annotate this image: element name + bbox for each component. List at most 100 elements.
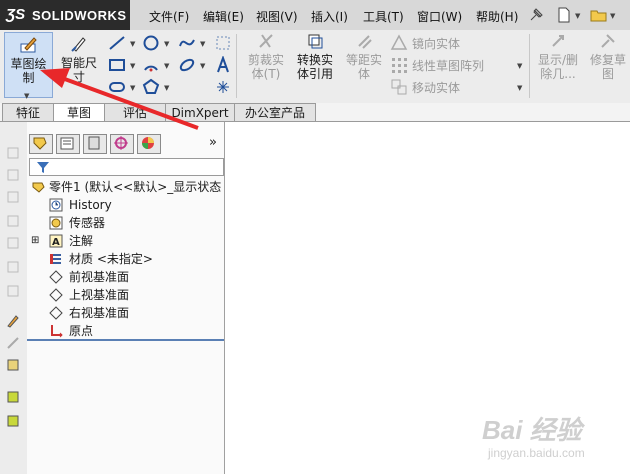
display-manager-icon [142, 137, 154, 149]
tab-dimxpert[interactable]: DimXpert [165, 103, 235, 122]
arc-dropdown-icon[interactable]: ▼ [164, 62, 169, 70]
sketch-icon [20, 37, 37, 53]
expand-icon[interactable]: ⊞ [31, 232, 39, 250]
configuration-manager-tab[interactable] [83, 134, 107, 154]
annotation-icon: A [49, 234, 63, 248]
mirror-entities-button[interactable]: 镜向实体 [412, 35, 460, 52]
cube-view-icon[interactable] [6, 236, 20, 250]
panel-divider[interactable] [27, 339, 224, 341]
slot-dropdown-icon[interactable]: ▼ [130, 84, 135, 92]
baidu-jingyan-watermark: Bai 经验 jingyan.baidu.com [482, 415, 585, 460]
left-view-toolbar [0, 122, 28, 474]
property-manager-tab[interactable] [56, 134, 80, 154]
cube-view-icon[interactable] [6, 214, 20, 228]
cube-view-icon[interactable] [6, 190, 20, 204]
layer-icon[interactable] [6, 414, 20, 428]
menu-view[interactable]: 视图(V) [256, 8, 298, 25]
spline-icon[interactable] [178, 34, 196, 52]
menu-help[interactable]: 帮助(H) [476, 8, 518, 25]
move-entities-button[interactable]: 移动实体 [412, 79, 460, 96]
repair-sketch-icon [601, 34, 615, 48]
open-folder-icon[interactable] [590, 7, 608, 23]
layer-icon[interactable] [6, 390, 20, 404]
sketch-button[interactable]: 草图绘 制 ▼ [4, 32, 53, 100]
new-dropdown-icon[interactable]: ▼ [575, 12, 580, 20]
sensor-icon [49, 216, 63, 230]
toolbar-separator [236, 34, 237, 98]
cube-view-icon[interactable] [6, 284, 20, 298]
sketch-dropdown-icon[interactable]: ▼ [24, 89, 29, 103]
tab-sketch[interactable]: 草图 [53, 103, 105, 122]
repair-sketch-button[interactable]: 修复草 图 [586, 32, 630, 96]
material-icon [50, 254, 61, 264]
expand-panel-icon[interactable]: » [209, 135, 217, 150]
tab-office-products[interactable]: 办公室产品 [234, 103, 316, 122]
move-entities-icon[interactable] [390, 78, 408, 96]
slot-icon[interactable] [108, 78, 126, 96]
text-icon[interactable] [214, 56, 232, 74]
origin-icon [51, 325, 63, 338]
rectangle-dropdown-icon[interactable]: ▼ [130, 62, 135, 70]
sketch-edit-icon[interactable] [6, 314, 20, 328]
plane-icon [49, 270, 63, 284]
display-delete-relations-button[interactable]: 显示/删 除几... [534, 32, 582, 96]
svg-text:A: A [52, 237, 60, 248]
smart-dimension-button[interactable]: 智能尺 寸 [56, 32, 102, 96]
title-menu-bar: ƷS SOLIDWORKS 文件(F) 编辑(E) 视图(V) 插入(I) 工具… [0, 0, 630, 30]
open-dropdown-icon[interactable]: ▼ [610, 12, 615, 20]
ds-logo-icon: ƷS [6, 6, 26, 23]
menu-edit[interactable]: 编辑(E) [203, 8, 244, 25]
trim-entities-button[interactable]: 剪裁实 体(T) [244, 32, 288, 96]
trim-icon [259, 34, 273, 48]
cube-view-icon[interactable] [6, 168, 20, 182]
plane-icon [49, 306, 63, 320]
mirror-icon[interactable] [390, 34, 408, 52]
line-dropdown-icon[interactable]: ▼ [130, 40, 135, 48]
pin-icon[interactable] [528, 7, 544, 23]
menu-file[interactable]: 文件(F) [149, 8, 189, 25]
relations-icon [552, 35, 564, 47]
property-manager-icon [60, 137, 74, 150]
feature-tree-icon [33, 137, 47, 150]
cube-view-icon[interactable] [6, 260, 20, 274]
smart-dimension-small-icon[interactable] [6, 336, 20, 350]
tab-features[interactable]: 特征 [2, 103, 54, 122]
new-document-icon[interactable] [556, 7, 572, 23]
move-dropdown-icon[interactable]: ▼ [517, 84, 522, 92]
polygon-icon[interactable] [142, 78, 160, 96]
configuration-manager-icon [88, 136, 100, 150]
dimxpert-manager-tab[interactable] [110, 134, 134, 154]
ellipse-dropdown-icon[interactable]: ▼ [200, 62, 205, 70]
polygon-dropdown-icon[interactable]: ▼ [164, 84, 169, 92]
menu-insert[interactable]: 插入(I) [311, 8, 348, 25]
circle-dropdown-icon[interactable]: ▼ [164, 40, 169, 48]
filter-input[interactable] [29, 158, 224, 176]
feature-tree-tab[interactable] [29, 134, 53, 154]
rectangle-icon[interactable] [108, 56, 126, 74]
line-icon[interactable] [108, 34, 126, 52]
construction-geometry-icon[interactable] [214, 34, 232, 52]
convert-entities-button[interactable]: 转换实 体引用 [292, 32, 338, 96]
cube-view-icon[interactable] [6, 146, 20, 160]
filter-icon [37, 162, 49, 173]
arc-icon[interactable] [142, 56, 160, 74]
menu-window[interactable]: 窗口(W) [417, 8, 462, 25]
feature-manager-tabs: » [27, 132, 224, 154]
command-manager: 草图绘 制 ▼ 智能尺 寸 ▼ ▼ ▼ ▼ ▼ ▼ ▼ ▼ 剪裁实 体(T) 转… [0, 30, 630, 104]
spline-dropdown-icon[interactable]: ▼ [200, 40, 205, 48]
linear-pattern-dropdown-icon[interactable]: ▼ [517, 62, 522, 70]
linear-pattern-button[interactable]: 线性草图阵列 [412, 57, 484, 74]
menu-tools[interactable]: 工具(T) [363, 8, 404, 25]
smart-dimension-icon [71, 37, 86, 52]
linear-pattern-icon[interactable] [390, 56, 408, 74]
tab-evaluate[interactable]: 评估 [104, 103, 166, 122]
plane-icon [49, 288, 63, 302]
point-icon[interactable] [214, 78, 232, 96]
part-icon [32, 182, 45, 193]
ellipse-icon[interactable] [178, 56, 196, 74]
circle-icon[interactable] [142, 34, 160, 52]
offset-entities-button[interactable]: 等距实 体 [342, 32, 386, 96]
solidworks-logo: ƷS SOLIDWORKS [0, 0, 130, 30]
display-manager-tab[interactable] [137, 134, 161, 154]
relations-small-icon[interactable] [6, 358, 20, 372]
